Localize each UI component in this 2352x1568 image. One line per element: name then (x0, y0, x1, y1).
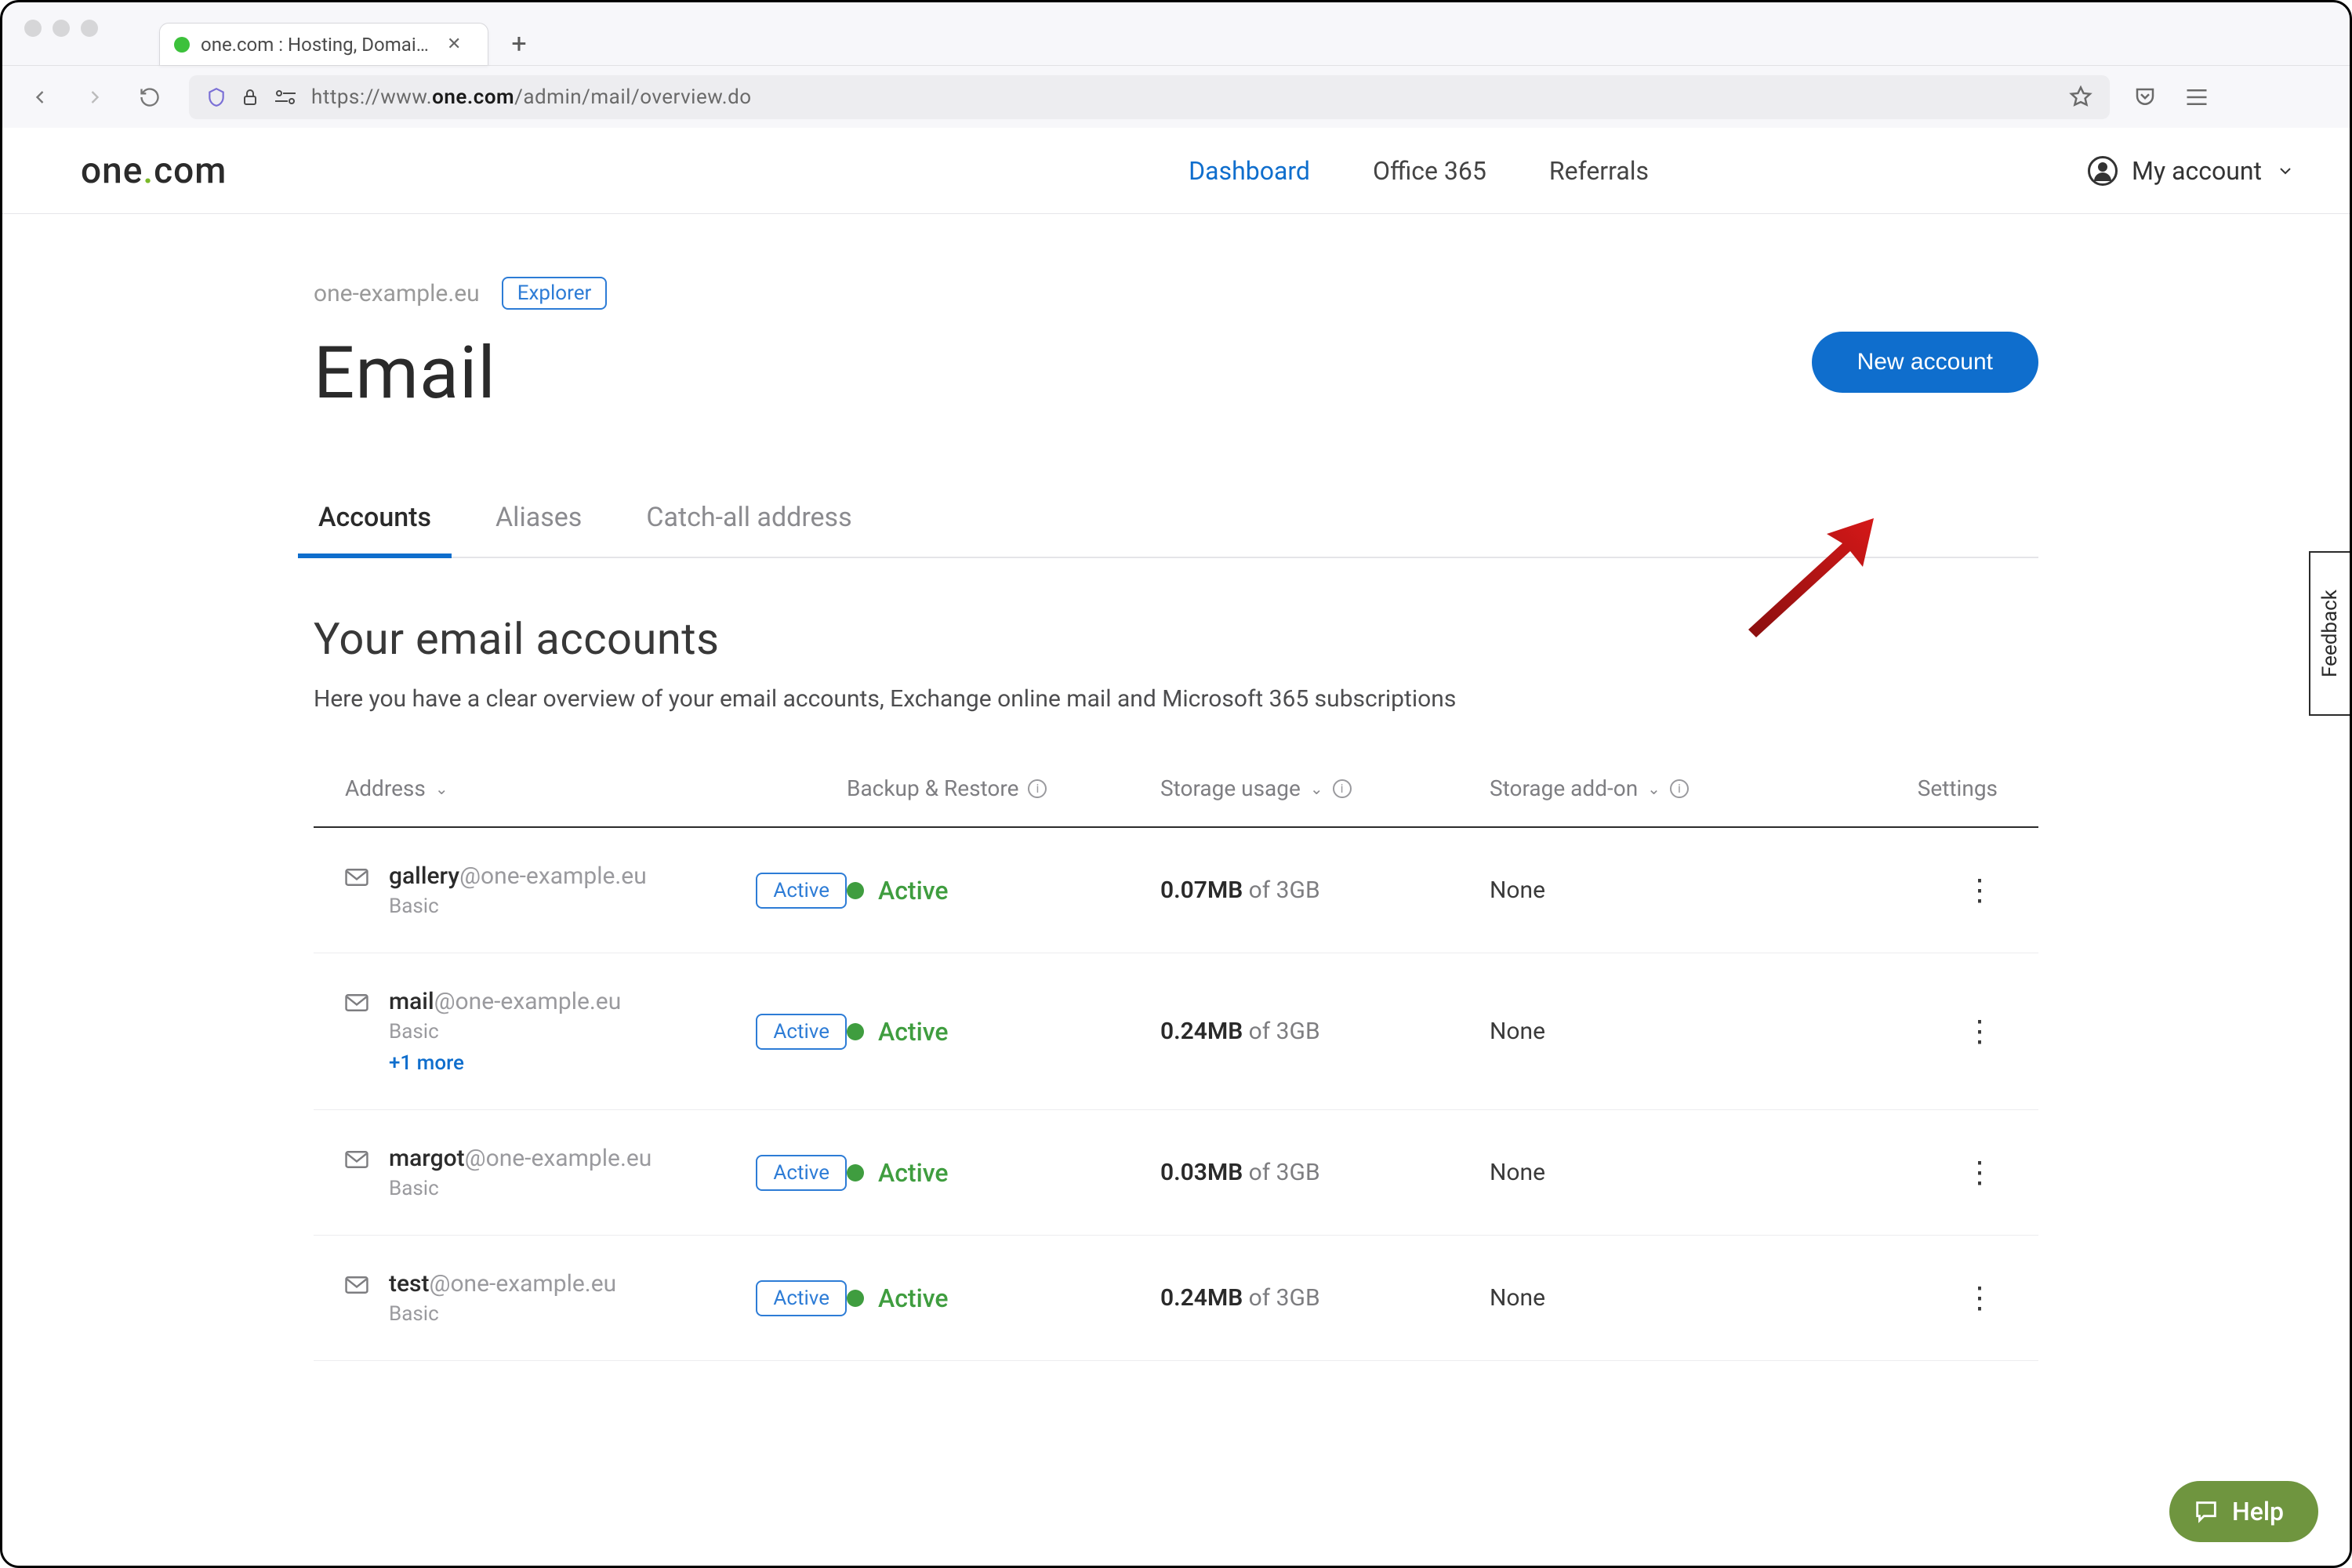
new-tab-button[interactable]: + (501, 26, 537, 62)
account-menu-label: My account (2132, 156, 2262, 186)
storage-usage: 0.03MB of 3GB (1160, 1159, 1490, 1186)
tab-catchall[interactable]: Catch-all address (641, 502, 856, 557)
pocket-icon[interactable] (2133, 85, 2157, 109)
plan-label: Basic (389, 1020, 621, 1044)
table-row: margot@one-example.eu Basic Active Activ… (314, 1110, 2038, 1236)
status-dot-icon (847, 1023, 864, 1040)
status-dot-icon (847, 882, 864, 899)
backup-status: Active (847, 1283, 1160, 1313)
traffic-max-icon[interactable] (81, 20, 98, 37)
row-settings-menu[interactable]: ⋮ (1965, 1155, 2021, 1190)
url-bar[interactable]: https://www.one.com/admin/mail/overview.… (189, 75, 2110, 119)
favicon-icon (174, 37, 190, 53)
email-address[interactable]: gallery@one-example.eu (389, 862, 647, 890)
backup-status: Active (847, 1158, 1160, 1188)
traffic-min-icon[interactable] (53, 20, 70, 37)
info-icon[interactable]: i (1028, 779, 1047, 798)
col-settings: Settings (1835, 775, 2021, 801)
bookmark-star-icon[interactable] (2069, 85, 2092, 109)
active-badge: Active (756, 1155, 847, 1191)
plan-label: Basic (389, 1177, 652, 1200)
storage-addon: None (1490, 1159, 1835, 1186)
page-title: Email (314, 332, 2038, 416)
avatar-icon (2088, 156, 2118, 186)
hamburger-menu-icon[interactable] (2185, 87, 2209, 107)
account-menu[interactable]: My account (2088, 156, 2295, 186)
email-address[interactable]: test@one-example.eu (389, 1270, 616, 1298)
site-logo[interactable]: one.com (81, 150, 227, 192)
table-row: mail@one-example.eu Basic +1 more Active… (314, 953, 2038, 1110)
active-badge: Active (756, 1280, 847, 1316)
storage-addon: None (1490, 877, 1835, 904)
storage-addon: None (1490, 1018, 1835, 1045)
nav-referrals[interactable]: Referrals (1549, 156, 1649, 186)
feedback-tab[interactable]: Feedback (2309, 551, 2350, 716)
mail-icon (345, 1151, 368, 1168)
chevron-down-icon (2276, 162, 2295, 180)
row-settings-menu[interactable]: ⋮ (1965, 873, 2021, 908)
col-address[interactable]: Address ⌄ (345, 775, 847, 801)
storage-usage: 0.24MB of 3GB (1160, 1284, 1490, 1312)
row-settings-menu[interactable]: ⋮ (1965, 1014, 2021, 1049)
nav-office365[interactable]: Office 365 (1373, 156, 1486, 186)
row-settings-menu[interactable]: ⋮ (1965, 1280, 2021, 1316)
mail-icon (345, 994, 368, 1011)
shield-icon[interactable] (206, 85, 227, 109)
col-storage[interactable]: Storage usage ⌄ i (1160, 775, 1490, 801)
browser-tab-title: one.com : Hosting, Domain, Email (201, 34, 436, 56)
tab-accounts[interactable]: Accounts (314, 502, 436, 557)
table-row: gallery@one-example.eu Basic Active Acti… (314, 828, 2038, 953)
sort-chevron-icon: ⌄ (1647, 779, 1661, 798)
plan-badge: Explorer (502, 277, 608, 310)
col-backup: Backup & Restore i (847, 775, 1160, 801)
new-account-button[interactable]: New account (1812, 332, 2038, 393)
breadcrumb-domain[interactable]: one-example.eu (314, 280, 480, 307)
more-aliases-link[interactable]: +1 more (389, 1051, 621, 1075)
forward-button[interactable] (79, 82, 111, 113)
mail-icon (345, 1276, 368, 1294)
table-row: test@one-example.eu Basic Active Active … (314, 1236, 2038, 1361)
sort-chevron-icon: ⌄ (435, 779, 448, 798)
window-traffic-lights[interactable] (24, 20, 98, 37)
backup-status: Active (847, 1017, 1160, 1047)
active-badge: Active (756, 1014, 847, 1050)
chat-icon (2193, 1498, 2220, 1525)
tab-close-icon[interactable]: ✕ (447, 34, 461, 54)
help-button[interactable]: Help (2169, 1481, 2318, 1542)
traffic-close-icon[interactable] (24, 20, 42, 37)
section-subtitle: Here you have a clear overview of your e… (314, 685, 2038, 713)
email-address[interactable]: margot@one-example.eu (389, 1145, 652, 1172)
browser-tab[interactable]: one.com : Hosting, Domain, Email ✕ (159, 23, 488, 65)
status-dot-icon (847, 1164, 864, 1181)
col-addon[interactable]: Storage add-on ⌄ i (1490, 775, 1835, 801)
sort-chevron-icon: ⌄ (1310, 779, 1323, 798)
url-text: https://www.one.com/admin/mail/overview.… (311, 85, 2055, 109)
storage-usage: 0.07MB of 3GB (1160, 877, 1490, 904)
nav-dashboard[interactable]: Dashboard (1189, 156, 1310, 186)
plan-label: Basic (389, 895, 647, 918)
active-badge: Active (756, 873, 847, 909)
email-address[interactable]: mail@one-example.eu (389, 988, 621, 1015)
storage-usage: 0.24MB of 3GB (1160, 1018, 1490, 1045)
permissions-icon[interactable] (274, 89, 297, 106)
status-dot-icon (847, 1290, 864, 1307)
tab-aliases[interactable]: Aliases (491, 502, 586, 557)
back-button[interactable] (24, 82, 56, 113)
plan-label: Basic (389, 1302, 616, 1326)
storage-addon: None (1490, 1284, 1835, 1312)
mail-icon (345, 869, 368, 886)
section-title: Your email accounts (314, 613, 2038, 665)
reload-button[interactable] (134, 82, 165, 113)
lock-icon[interactable] (241, 86, 260, 108)
info-icon[interactable]: i (1670, 779, 1689, 798)
backup-status: Active (847, 876, 1160, 906)
info-icon[interactable]: i (1333, 779, 1352, 798)
